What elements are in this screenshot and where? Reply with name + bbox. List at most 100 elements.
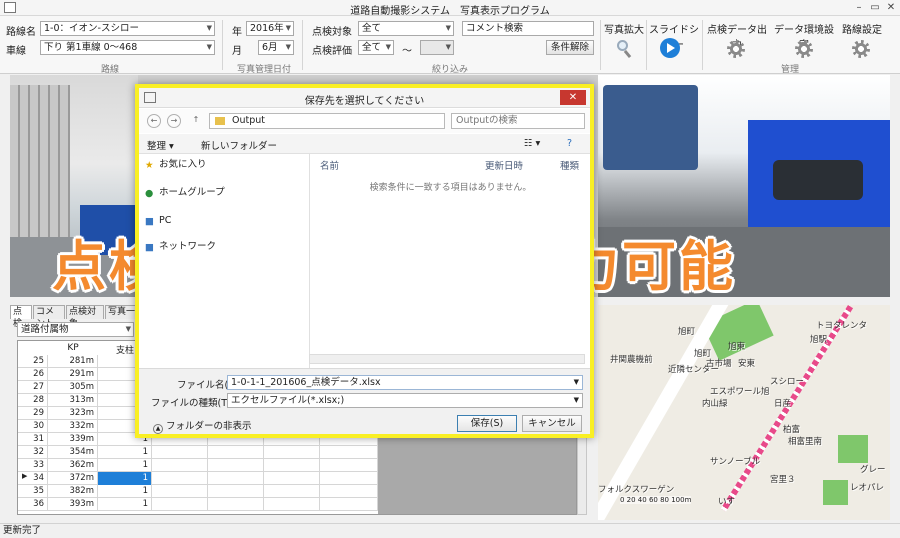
table-cell[interactable]: 332m [48,420,98,433]
table-cell[interactable]: 362m [48,459,98,472]
table-cell[interactable]: 1 [98,472,152,485]
table-row[interactable]: 36 393m 1 [18,498,378,511]
hide-folders-toggle[interactable]: ▲ フォルダーの非表示 [153,418,252,434]
up-icon[interactable]: ↑ [189,114,203,128]
table-cell[interactable]: 313m [48,394,98,407]
table-cell[interactable]: 305m [48,381,98,394]
table-cell[interactable] [152,498,208,511]
table-row[interactable]: 33 362m 1 [18,459,378,472]
clear-conditions-button[interactable]: 条件解除 [546,40,594,55]
file-list-scrollbar[interactable] [309,354,585,364]
table-cell[interactable] [208,498,264,511]
save-button[interactable]: 保存(S) [457,415,517,432]
route-select[interactable]: 1-0：イオン-スシロー ▼ [40,21,215,36]
tab-target[interactable]: 点検対象 [66,305,104,329]
lane-select[interactable]: 下り 第1車線 0～468 ▼ [40,40,215,55]
table-cell[interactable]: 28 [18,394,48,407]
table-cell[interactable] [320,459,378,472]
table-cell[interactable] [208,459,264,472]
new-folder-button[interactable]: 新しいフォルダー [201,138,277,152]
filename-input[interactable]: 1-0-1-1_201606_点検データ.xlsx ▼ [227,375,583,390]
dialog-close-icon[interactable]: ✕ [560,90,586,105]
sidebar-item-favorites[interactable]: ★ お気に入り [145,158,207,172]
tab-inspection[interactable]: 点検 [10,305,32,329]
col-type[interactable]: 種類 [560,158,579,172]
map[interactable]: 旭町 旭東 トヨタレンタ 旭駅 井関農機前 近隣センター 旭町 古市場 安東 エスポワール旭 スシロ… [598,305,890,520]
table-cell[interactable]: 372m [48,472,98,485]
table-cell[interactable] [152,472,208,485]
sidebar-item-pc[interactable]: ■ PC [145,214,171,228]
table-cell[interactable]: 36 [18,498,48,511]
table-cell[interactable] [208,485,264,498]
table-cell[interactable]: 1 [98,485,152,498]
table-row[interactable]: 35 382m 1 [18,485,378,498]
year-select[interactable]: 2016年 ▼ [246,21,294,36]
table-cell[interactable] [264,472,320,485]
table-cell[interactable] [264,498,320,511]
forward-icon[interactable]: → [167,114,181,128]
back-icon[interactable]: ← [147,114,161,128]
table-cell[interactable]: 29 [18,407,48,420]
gear-icon[interactable] [795,40,813,58]
maximize-icon[interactable]: ▭ [868,1,882,14]
table-cell[interactable] [264,446,320,459]
table-cell[interactable]: 382m [48,485,98,498]
table-cell[interactable]: 25 [18,355,48,368]
table-cell[interactable] [264,485,320,498]
table-row[interactable]: 32 354m 1 [18,446,378,459]
table-cell[interactable] [152,446,208,459]
table-cell[interactable]: 30 [18,420,48,433]
table-cell[interactable]: 1 [98,459,152,472]
table-cell[interactable] [264,459,320,472]
address-bar[interactable]: Output [209,113,445,129]
table-cell[interactable]: 32 [18,446,48,459]
month-select[interactable]: 6月 ▼ [258,40,294,55]
target-select[interactable]: 全て ▼ [358,21,454,36]
comment-search-input[interactable]: コメント検索 [462,21,594,36]
table-cell[interactable]: 33 [18,459,48,472]
table-cell[interactable]: 27 [18,381,48,394]
sidebar-item-network[interactable]: ■ ネットワーク [145,240,216,254]
magnifier-icon[interactable] [615,38,633,59]
table-cell[interactable] [320,472,378,485]
tab-comment[interactable]: コメント [33,305,65,329]
table-cell[interactable]: 1 [98,498,152,511]
close-icon[interactable]: ✕ [884,1,898,14]
table-cell[interactable] [320,485,378,498]
table-cell[interactable]: 26 [18,368,48,381]
table-cell[interactable]: 354m [48,446,98,459]
eval-select[interactable]: 全て ▼ [358,40,394,55]
gear-icon[interactable] [727,40,745,58]
col-date[interactable]: 更新日時 [485,158,523,172]
table-cell[interactable]: 35 [18,485,48,498]
table-cell[interactable] [152,485,208,498]
table-cell[interactable]: 291m [48,368,98,381]
tab-photo-list[interactable]: 写真一覧 [105,305,138,319]
table-cell[interactable] [320,446,378,459]
table-cell[interactable]: 323m [48,407,98,420]
dialog-search-input[interactable]: Outputの検索 [451,113,585,129]
gear-icon[interactable] [852,40,870,58]
category-select[interactable]: 道路付属物 ▼ [17,322,134,337]
table-cell[interactable]: 31 [18,433,48,446]
view-options-icon[interactable]: ☷ ▾ [524,138,540,149]
table-cell[interactable] [320,498,378,511]
table-cell[interactable] [208,472,264,485]
eval-to-select[interactable]: ▼ [420,40,454,55]
table-cell[interactable]: 339m [48,433,98,446]
table-cell[interactable]: 393m [48,498,98,511]
table-row[interactable]: 34 372m 1 ▶ [18,472,378,485]
table-cell[interactable] [152,459,208,472]
year-select-value: 2016年 [250,23,284,34]
cancel-button[interactable]: キャンセル [522,415,582,432]
play-icon[interactable] [660,38,680,58]
organize-menu[interactable]: 整理 ▾ [147,138,174,152]
minimize-icon[interactable]: – [852,1,866,14]
table-cell[interactable]: 281m [48,355,98,368]
col-name[interactable]: 名前 [320,158,339,172]
table-cell[interactable] [208,446,264,459]
filetype-select[interactable]: エクセルファイル(*.xlsx;) ▼ [227,393,583,408]
sidebar-item-homegroup[interactable]: ● ホームグループ [145,186,225,200]
help-icon[interactable]: ? [567,138,572,149]
table-cell[interactable]: 1 [98,446,152,459]
